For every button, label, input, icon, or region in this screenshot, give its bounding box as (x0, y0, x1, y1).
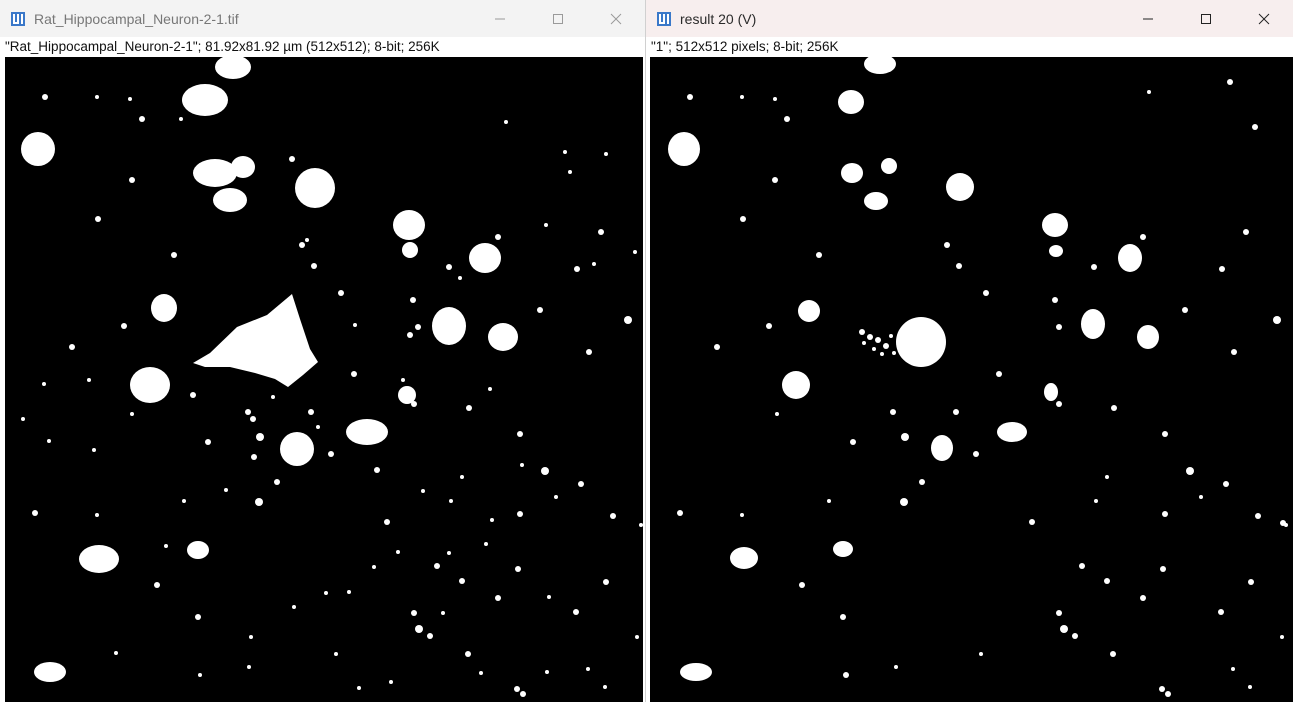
image-window-original[interactable]: Rat_Hippocampal_Neuron-2-1.tif "Rat_Hipp… (0, 0, 645, 702)
minimize-button[interactable] (1119, 0, 1177, 37)
close-button[interactable] (587, 0, 645, 37)
close-icon (1258, 13, 1270, 24)
maximize-button[interactable] (1177, 0, 1235, 37)
image-info-line: "1"; 512x512 pixels; 8-bit; 256K (651, 39, 839, 54)
image-window-result[interactable]: result 20 (V) "1"; 512x512 pixels; 8-bit… (645, 0, 1293, 702)
minimize-icon (495, 18, 505, 19)
title-bar[interactable]: Rat_Hippocampal_Neuron-2-1.tif (0, 0, 645, 37)
image-canvas[interactable] (5, 57, 643, 702)
image-canvas[interactable] (650, 57, 1293, 702)
close-button[interactable] (1235, 0, 1293, 37)
window-title: result 20 (V) (680, 10, 757, 27)
close-icon (610, 13, 622, 24)
minimize-icon (1143, 18, 1153, 19)
imagej-icon (10, 11, 26, 27)
title-bar[interactable]: result 20 (V) (646, 0, 1293, 37)
maximize-icon (1201, 13, 1211, 24)
maximize-button[interactable] (529, 0, 587, 37)
neuron-binary-image (5, 57, 643, 702)
imagej-icon (656, 11, 672, 27)
segmentation-result-image (650, 57, 1293, 702)
window-title: Rat_Hippocampal_Neuron-2-1.tif (34, 10, 239, 27)
image-info-line: "Rat_Hippocampal_Neuron-2-1"; 81.92x81.9… (5, 39, 440, 54)
minimize-button[interactable] (471, 0, 529, 37)
maximize-icon (553, 13, 563, 24)
